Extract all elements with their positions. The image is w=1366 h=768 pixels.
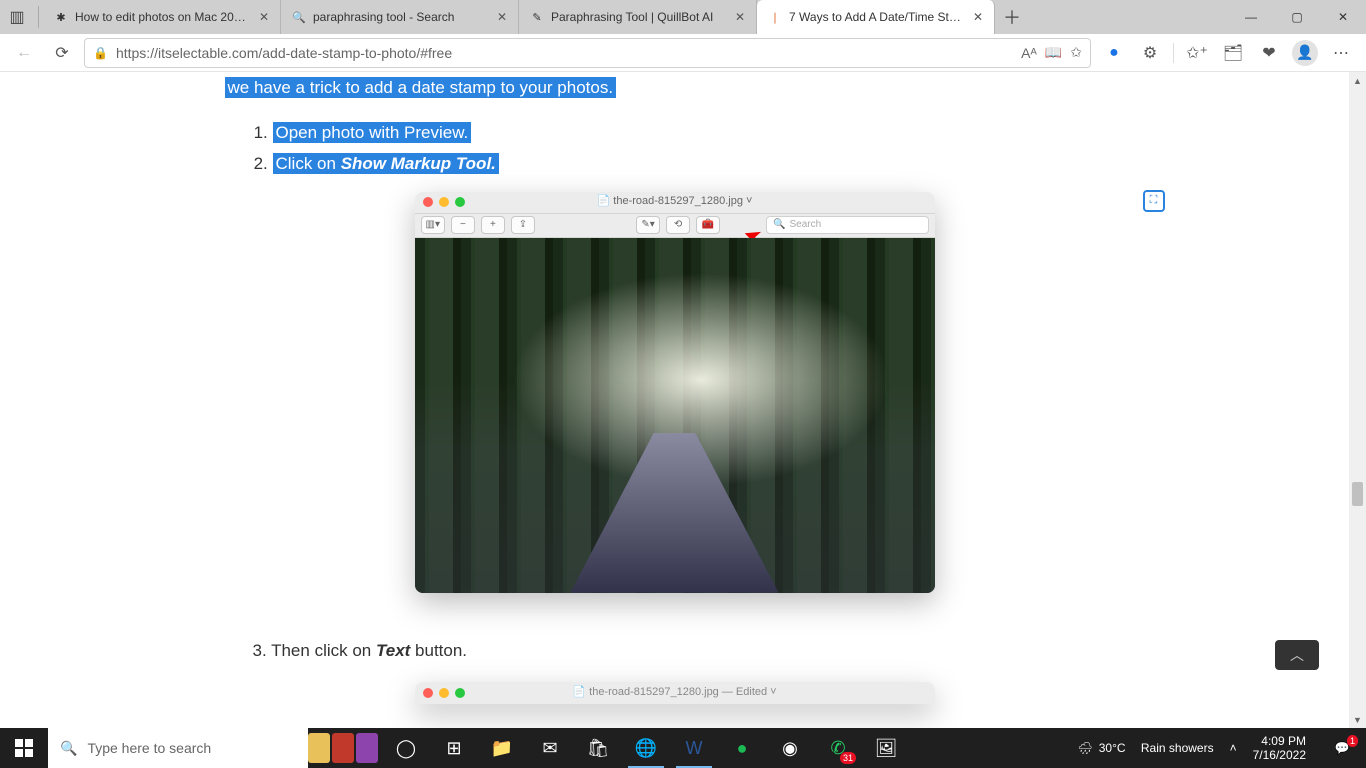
immersive-reader-icon[interactable]: 📖 xyxy=(1045,44,1062,61)
extension-icon[interactable]: ● xyxy=(1097,38,1131,68)
scroll-down-arrow[interactable]: ▼ xyxy=(1349,711,1366,728)
tab-2[interactable]: ✎ Paraphrasing Tool | QuillBot AI ✕ xyxy=(519,0,757,34)
close-tab-icon[interactable]: ✕ xyxy=(970,10,986,24)
article-body: we have a trick to add a date stamp to y… xyxy=(225,72,1125,704)
favicon-icon: ✎ xyxy=(529,9,545,25)
rotate-icon: ⟲ xyxy=(666,216,690,234)
forest-photo xyxy=(415,238,935,593)
performance-icon[interactable]: ❤ xyxy=(1252,38,1286,68)
taskbar-search[interactable]: 🔍 Type here to search xyxy=(48,728,308,768)
new-tab-button[interactable]: ＋ xyxy=(995,0,1029,34)
tab-title: 7 Ways to Add A Date/Time Stam… xyxy=(789,10,964,24)
tray-chevron-icon[interactable]: ˄ xyxy=(1230,741,1237,755)
tab-actions-button[interactable]: ▥ xyxy=(6,6,28,28)
task-view-icon[interactable]: ⊞ xyxy=(430,728,478,768)
tab-title: How to edit photos on Mac 202… xyxy=(75,10,250,24)
traffic-lights xyxy=(423,197,465,207)
mail-icon[interactable]: ✉ xyxy=(526,728,574,768)
weather-widget[interactable]: 🌧 30°C Rain showers xyxy=(1070,741,1222,755)
refresh-button[interactable]: ⟳ xyxy=(46,38,78,68)
scroll-thumb[interactable] xyxy=(1352,482,1363,506)
clock[interactable]: 4:09 PM 7/16/2022 xyxy=(1245,734,1314,762)
favicon-icon: 🔍 xyxy=(291,9,307,25)
list-item: Click on Show Markup Tool. xyxy=(273,150,1125,177)
whatsapp-icon[interactable]: ✆31 xyxy=(814,728,862,768)
favorite-icon[interactable]: ✩ xyxy=(1070,44,1082,61)
tab-title: paraphrasing tool - Search xyxy=(313,10,488,24)
read-aloud-icon[interactable]: Aᴬ xyxy=(1021,45,1037,61)
search-icon: 🔍 xyxy=(60,740,77,757)
close-tab-icon[interactable]: ✕ xyxy=(494,10,510,24)
task-icons: ◯ ⊞ 📁 ✉ 🛍 🌐 W ● ◉ ✆31 🖼 xyxy=(382,728,910,768)
list-item: Open photo with Preview. xyxy=(273,119,1125,146)
edge-icon[interactable]: 🌐 xyxy=(622,728,670,768)
search-placeholder: Type here to search xyxy=(87,740,211,756)
maximize-button[interactable]: ▢ xyxy=(1274,0,1320,34)
preview-filename: 📄 the-road-815297_1280.jpg ˅ xyxy=(415,193,935,211)
profile-button[interactable]: 👤 xyxy=(1288,38,1322,68)
ms-store-icon[interactable]: 🛍 xyxy=(574,728,622,768)
page-viewport: we have a trick to add a date stamp to y… xyxy=(0,72,1349,728)
action-center-icon[interactable]: 💬1 xyxy=(1322,741,1362,755)
favorites-bar-icon[interactable]: ✩⁺ xyxy=(1180,38,1214,68)
close-tab-icon[interactable]: ✕ xyxy=(256,10,272,24)
favicon-icon: ❘ xyxy=(767,9,783,25)
system-tray: 🌧 30°C Rain showers ˄ 4:09 PM 7/16/2022 … xyxy=(1070,728,1366,768)
windows-taskbar: 🔍 Type here to search ◯ ⊞ 📁 ✉ 🛍 🌐 W ● ◉ … xyxy=(0,728,1366,768)
preview-search: 🔍 Search xyxy=(766,216,928,234)
window-controls: — ▢ ✕ xyxy=(1228,0,1366,34)
divider xyxy=(1173,43,1174,63)
tab-0[interactable]: ✱ How to edit photos on Mac 202… ✕ xyxy=(43,0,281,34)
divider xyxy=(38,6,39,28)
word-icon[interactable]: W xyxy=(670,728,718,768)
preview-window-screenshot: 📄 the-road-815297_1280.jpg ˅ ▥▾ − + ⇪ ✎▾… xyxy=(415,192,935,593)
preview-filename: 📄 the-road-815297_1280.jpg — Edited ˅ xyxy=(415,684,935,702)
zoom-in-icon: + xyxy=(481,216,505,234)
photos-icon[interactable]: 🖼 xyxy=(862,728,910,768)
weather-icon: 🌧 xyxy=(1078,741,1093,755)
browser-titlebar: ▥ ✱ How to edit photos on Mac 202… ✕ 🔍 p… xyxy=(0,0,1366,34)
close-window-button[interactable]: ✕ xyxy=(1320,0,1366,34)
chrome-icon[interactable]: ◉ xyxy=(766,728,814,768)
tab-strip: ✱ How to edit photos on Mac 202… ✕ 🔍 par… xyxy=(43,0,1228,34)
favicon-icon: ✱ xyxy=(53,9,69,25)
tab-title: Paraphrasing Tool | QuillBot AI xyxy=(551,10,726,24)
cortana-icon[interactable]: ◯ xyxy=(382,728,430,768)
app-menu-button[interactable]: ⋯ xyxy=(1324,38,1358,68)
collections-icon[interactable]: 🗂 xyxy=(1216,38,1250,68)
vertical-scrollbar[interactable]: ▲ ▼ xyxy=(1349,72,1366,728)
scroll-up-arrow[interactable]: ▲ xyxy=(1349,72,1366,89)
image-scan-icon[interactable]: ⛶ xyxy=(1143,190,1165,212)
tab-1[interactable]: 🔍 paraphrasing tool - Search ✕ xyxy=(281,0,519,34)
tab-3[interactable]: ❘ 7 Ways to Add A Date/Time Stam… ✕ xyxy=(757,0,995,34)
lock-icon: 🔒 xyxy=(93,46,108,60)
start-button[interactable] xyxy=(0,728,48,768)
scroll-to-top-button[interactable]: ︿ xyxy=(1275,640,1319,670)
back-button[interactable]: ← xyxy=(8,38,40,68)
zoom-out-icon: − xyxy=(451,216,475,234)
preview-window-screenshot-2: 📄 the-road-815297_1280.jpg — Edited ˅ xyxy=(415,682,935,704)
sidebar-toggle-icon: ▥▾ xyxy=(421,216,445,234)
minimize-button[interactable]: — xyxy=(1228,0,1274,34)
address-bar: ← ⟳ 🔒 https://itselectable.com/add-date-… xyxy=(0,34,1366,72)
preview-titlebar: 📄 the-road-815297_1280.jpg ˅ xyxy=(415,192,935,214)
extensions-menu-icon[interactable]: ⚙ xyxy=(1133,38,1167,68)
share-icon: ⇪ xyxy=(511,216,535,234)
news-widget[interactable] xyxy=(308,728,378,768)
steps-list: Open photo with Preview. Click on Show M… xyxy=(225,119,1125,177)
spotify-icon[interactable]: ● xyxy=(718,728,766,768)
highlight-icon: ✎▾ xyxy=(636,216,660,234)
url-field[interactable]: 🔒 https://itselectable.com/add-date-stam… xyxy=(84,38,1091,68)
preview-toolbar: ▥▾ − + ⇪ ✎▾ ⟲ 🧰 🔍 Search xyxy=(415,214,935,238)
lead-sentence: we have a trick to add a date stamp to y… xyxy=(225,74,1125,101)
step-3: 3. Then click on Text button. xyxy=(225,637,1125,664)
file-explorer-icon[interactable]: 📁 xyxy=(478,728,526,768)
markup-toolbox-icon: 🧰 xyxy=(696,216,720,234)
close-tab-icon[interactable]: ✕ xyxy=(732,10,748,24)
url-text: https://itselectable.com/add-date-stamp-… xyxy=(116,45,452,61)
